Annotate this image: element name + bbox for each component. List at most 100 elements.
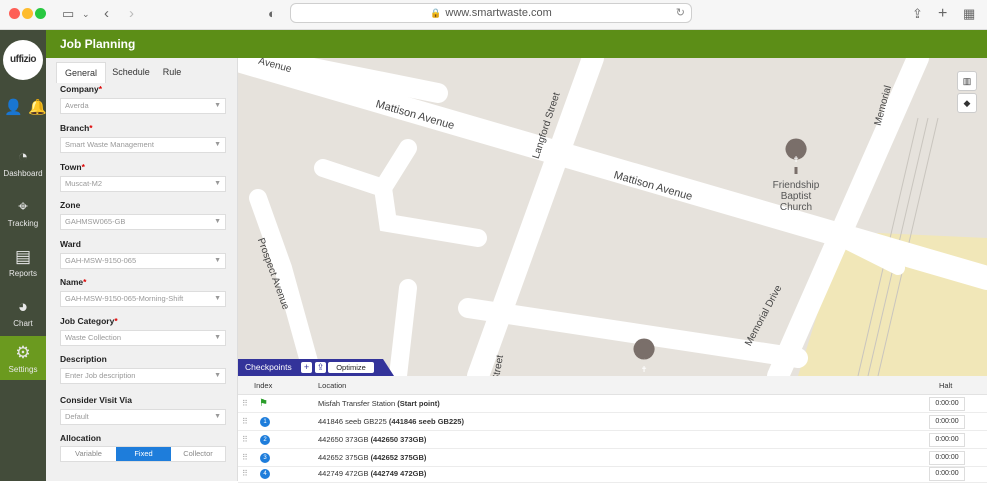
nav-chart[interactable]: ◕ Chart — [0, 290, 46, 338]
halt-input[interactable]: 0:00:00 — [929, 451, 965, 465]
table-row[interactable]: ⠿ 2 442650 373GB (442650 373GB) 0:00:00 — [238, 431, 987, 449]
column-header-index: Index — [254, 381, 273, 390]
chevron-down-icon: ▼ — [214, 372, 221, 379]
nav-tracking-label: Tracking — [7, 219, 39, 228]
zone-select[interactable]: GAHMSW065-GB ▼ — [60, 214, 226, 230]
chevron-down-icon: ▼ — [214, 334, 221, 341]
flag-icon: ⚑ — [259, 398, 268, 409]
map-canvas: ✝ ✝ — [238, 58, 987, 376]
nav-chart-label: Chart — [13, 319, 33, 328]
ward-select[interactable]: GAH-MSW-9150-065 ▼ — [60, 253, 226, 269]
town-select[interactable]: Muscat-M2 ▼ — [60, 176, 226, 192]
checkpoints-label: Checkpoints — [245, 362, 292, 372]
drag-handle-icon[interactable]: ⠿ — [242, 431, 248, 449]
allocation-fixed-option[interactable]: Fixed — [116, 447, 171, 461]
location-cell: 442749 472GB (442749 472GB) — [318, 469, 427, 478]
tab-overview-icon[interactable]: ▦ — [963, 5, 975, 23]
chevron-down-icon: ▼ — [214, 295, 221, 302]
allocation-collector-option[interactable]: Collector — [171, 447, 225, 461]
add-checkpoint-button[interactable]: + — [301, 362, 312, 373]
rail-utility-icons: 👤 🔔 — [0, 98, 47, 118]
checkpoints-table: Index Location Halt ⠿ ⚑ Misfah Transfer … — [238, 376, 987, 483]
tab-general[interactable]: General — [56, 62, 106, 83]
sidebar-toggle-icon[interactable]: ▭ — [62, 5, 74, 23]
chevron-down-icon[interactable]: ⌄ — [82, 5, 90, 23]
ward-label: Ward — [60, 239, 81, 249]
branch-select[interactable]: Smart Waste Management ▼ — [60, 137, 226, 153]
consider-visit-via-select[interactable]: Default ▼ — [60, 409, 226, 425]
company-select[interactable]: Averda ▼ — [60, 98, 226, 114]
new-tab-icon[interactable]: + — [938, 5, 947, 23]
upload-checkpoint-button[interactable]: ⇪ — [315, 362, 326, 373]
column-header-location: Location — [318, 381, 347, 390]
reload-icon[interactable]: ↻ — [676, 4, 685, 22]
svg-text:✝: ✝ — [641, 365, 648, 374]
tab-rule[interactable]: Rule — [156, 62, 188, 83]
lock-icon: 🔒 — [430, 8, 442, 18]
svg-text:✝: ✝ — [793, 155, 800, 164]
route-map[interactable]: ✝ ✝ Avenue Mattison Avenue Mattison Aven… — [238, 58, 987, 376]
allocation-label: Allocation — [60, 433, 102, 443]
table-row[interactable]: ⠿ 1 441846 seeb GB225 (441846 seeb GB225… — [238, 413, 987, 431]
halt-input[interactable]: 0:00:00 — [929, 433, 965, 447]
table-row[interactable]: ⠿ ⚑ Misfah Transfer Station (Start point… — [238, 395, 987, 413]
nav-settings-label: Settings — [8, 365, 38, 374]
tab-schedule[interactable]: Schedule — [108, 62, 154, 83]
consider-visit-via-label: Consider Visit Via — [60, 395, 132, 405]
halt-input[interactable]: 0:00:00 — [929, 467, 965, 481]
document-icon: ▤ — [14, 247, 32, 266]
nav-tracking[interactable]: ⌖ Tracking — [0, 190, 46, 238]
checkpoints-bar: Checkpoints + ⇪ Optimize — [238, 359, 394, 376]
nav-reports[interactable]: ▤ Reports — [0, 240, 46, 288]
allocation-variable-option[interactable]: Variable — [61, 447, 116, 461]
nav-dashboard[interactable]: ◔ Dashboard — [0, 140, 46, 188]
drag-handle-icon[interactable]: ⠿ — [242, 395, 248, 413]
table-header: Index Location Halt — [238, 376, 987, 395]
job-category-select[interactable]: Waste Collection ▼ — [60, 330, 226, 346]
minimize-window-button[interactable] — [22, 8, 33, 19]
allocation-toggle: Variable Fixed Collector — [60, 446, 226, 462]
browser-toolbar: ▭ ⌄ ‹ › ◐ 🔒 www.smartwaste.com ↻ ⇪ + ▦ — [0, 0, 987, 30]
church-label-line: Church — [779, 202, 813, 213]
main-nav-rail: uffizio 👤 🔔 ◔ Dashboard ⌖ Tracking ▤ Rep… — [0, 30, 47, 481]
page-title: Job Planning — [46, 30, 987, 58]
index-badge: 3 — [260, 453, 270, 463]
brand-logo[interactable]: uffizio — [3, 40, 43, 80]
column-header-halt: Halt — [939, 381, 953, 390]
share-icon[interactable]: ⇪ — [912, 5, 923, 23]
chevron-down-icon: ▼ — [214, 141, 221, 148]
nav-settings[interactable]: ⚙ Settings — [0, 336, 46, 380]
description-label: Description — [60, 354, 107, 364]
chevron-down-icon: ▼ — [214, 102, 221, 109]
maximize-window-button[interactable] — [35, 8, 46, 19]
url-bar[interactable]: 🔒 www.smartwaste.com ↻ — [290, 3, 692, 23]
chevron-down-icon: ▼ — [214, 180, 221, 187]
nav-dashboard-label: Dashboard — [3, 169, 43, 178]
user-icon[interactable]: 👤 — [4, 98, 23, 116]
town-label: Town* — [60, 162, 85, 172]
zone-label: Zone — [60, 200, 81, 210]
church-label: Friendship Baptist Church — [766, 180, 826, 213]
drag-handle-icon[interactable]: ⠿ — [242, 465, 248, 483]
halt-input[interactable]: 0:00:00 — [929, 397, 965, 411]
halt-input[interactable]: 0:00:00 — [929, 415, 965, 429]
index-badge: 4 — [260, 469, 270, 479]
shield-icon[interactable]: ◐ — [268, 5, 276, 23]
location-cell: 442650 373GB (442650 373GB) — [318, 435, 427, 444]
close-window-button[interactable] — [9, 8, 20, 19]
optimize-button[interactable]: Optimize — [328, 362, 374, 373]
drag-handle-icon[interactable]: ⠿ — [242, 413, 248, 431]
map-layers-button[interactable]: ▥ — [957, 71, 977, 91]
location-cell: Misfah Transfer Station (Start point) — [318, 399, 440, 408]
table-row[interactable]: ⠿ 4 442749 472GB (442749 472GB) 0:00:00 — [238, 465, 987, 483]
description-input[interactable]: Enter Job description ▼ — [60, 368, 226, 384]
bell-icon[interactable]: 🔔 — [28, 98, 47, 116]
name-select[interactable]: GAH-MSW-9150-065-Morning-Shift ▼ — [60, 291, 226, 307]
back-icon[interactable]: ‹ — [104, 5, 109, 23]
url-text: www.smartwaste.com — [445, 7, 552, 19]
tag-icon[interactable]: ◆ — [957, 93, 977, 113]
pin-icon: ⌖ — [18, 197, 28, 216]
forward-icon[interactable]: › — [129, 5, 134, 23]
gear-icon: ⚙ — [15, 343, 31, 362]
gauge-icon: ◔ — [17, 147, 29, 166]
